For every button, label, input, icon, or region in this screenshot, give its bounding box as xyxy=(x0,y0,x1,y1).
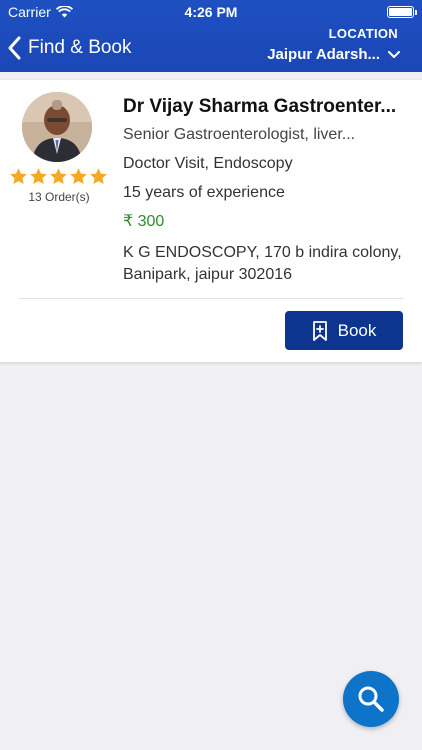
search-icon xyxy=(358,686,384,712)
bookmark-plus-icon xyxy=(312,320,327,341)
doctor-specialty: Senior Gastroenterologist, liver... xyxy=(123,126,356,143)
status-bar: Carrier 4:26 PM xyxy=(0,0,422,24)
card-divider xyxy=(19,298,403,299)
star-icon xyxy=(10,168,27,185)
location-value: Jaipur Adarsh... xyxy=(267,46,380,63)
back-button[interactable]: Find & Book xyxy=(8,34,132,62)
battery-icon xyxy=(387,6,417,18)
book-button[interactable]: Book xyxy=(285,311,403,350)
star-icon xyxy=(70,168,87,185)
chevron-down-icon xyxy=(388,50,400,58)
doctor-card[interactable]: 13 Order(s) Dr Vijay Sharma Gastroenter.… xyxy=(0,80,422,362)
doctor-photo xyxy=(22,92,92,162)
orders-count: 13 Order(s) xyxy=(28,190,90,204)
back-label: Find & Book xyxy=(28,37,132,58)
location-selector[interactable]: Jaipur Adarsh... xyxy=(267,46,400,63)
book-label: Book xyxy=(337,320,377,340)
status-time: 4:26 PM xyxy=(184,4,238,20)
rating-stars xyxy=(9,167,108,186)
doctor-services: Doctor Visit, Endoscopy xyxy=(123,155,293,172)
clinic-address: K G ENDOSCOPY, 170 b indira colony, Bani… xyxy=(123,244,402,283)
consultation-fee: ₹ 300 xyxy=(123,213,165,230)
search-fab[interactable] xyxy=(343,671,399,727)
app-header: Carrier 4:26 PM Find & Book LOCATION Jai… xyxy=(0,0,422,72)
doctor-name[interactable]: Dr Vijay Sharma Gastroenter... xyxy=(123,96,408,118)
star-icon xyxy=(90,168,107,185)
doctor-experience: 15 years of experience xyxy=(123,184,285,201)
battery-fill xyxy=(389,8,412,16)
chevron-left-icon xyxy=(8,36,21,60)
location-title: LOCATION xyxy=(328,26,398,41)
star-icon xyxy=(50,168,67,185)
star-icon xyxy=(30,168,47,185)
doctor-avatar xyxy=(22,92,92,162)
